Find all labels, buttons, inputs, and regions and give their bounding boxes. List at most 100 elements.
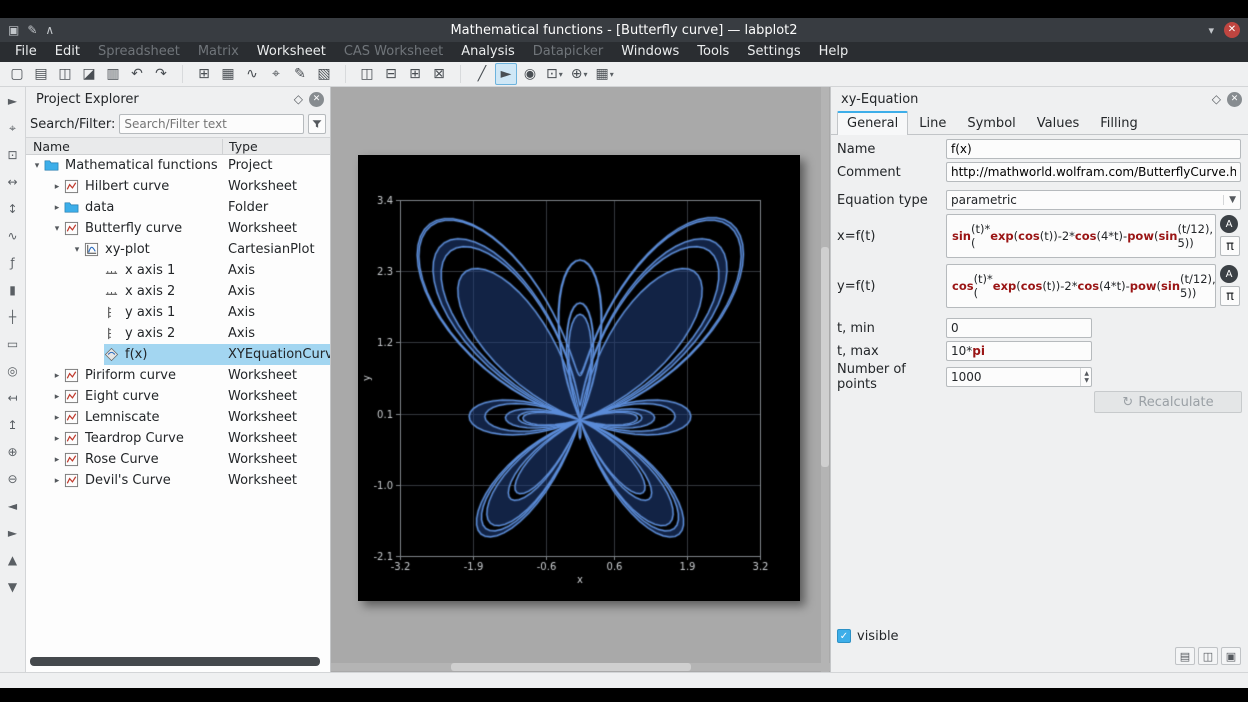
select-tool-button[interactable]: ► — [3, 91, 23, 111]
add-legend-tool-button[interactable]: ▭ — [3, 334, 23, 354]
t-min-input[interactable]: 0 — [946, 318, 1092, 338]
select-pointer-button[interactable]: ► — [495, 63, 517, 85]
tree-row[interactable]: ▸ Piriform curve Worksheet — [26, 365, 330, 386]
x-equation-input[interactable]: sin(t)*(exp(cos(t))-2*cos(4*t)-pow(sin(t… — [946, 214, 1216, 258]
break-layout-button[interactable]: ⊠ — [428, 63, 450, 85]
zoom-y-region-tool-button[interactable]: ↕ — [3, 199, 23, 219]
tab-general[interactable]: General — [837, 111, 908, 135]
plot-page[interactable] — [358, 155, 800, 601]
zoom-in-tool-button[interactable]: ⊕ — [3, 442, 23, 462]
close-dock-icon[interactable]: ✕ — [309, 92, 324, 107]
tab-line[interactable]: Line — [909, 112, 956, 134]
tree-row[interactable]: ▸ Teardrop Curve Worksheet — [26, 428, 330, 449]
float-dock-icon[interactable]: ◇ — [1212, 92, 1221, 106]
zoom-out-tool-button[interactable]: ⊖ — [3, 469, 23, 489]
auto-scale-tool-button[interactable]: ◎ — [3, 361, 23, 381]
shift-right-tool-button[interactable]: ► — [3, 523, 23, 543]
menu-tools[interactable]: Tools — [688, 42, 738, 62]
worksheet-view[interactable] — [331, 87, 830, 672]
new-worksheet-button[interactable]: ∿ — [241, 63, 263, 85]
chevron-down-icon[interactable]: ▾ — [1208, 24, 1214, 37]
new-spreadsheet-button[interactable]: ⊞ — [193, 63, 215, 85]
add-curve-tool-button[interactable]: ∿ — [3, 226, 23, 246]
print-preview-button[interactable]: ▥ — [102, 63, 124, 85]
float-dock-icon[interactable]: ◇ — [294, 92, 303, 106]
y-equation-input[interactable]: cos(t)*(exp(cos(t))-2*cos(4*t)-pow(sin(t… — [946, 264, 1216, 308]
new-folder-button[interactable]: ▧ — [313, 63, 335, 85]
save-project-button[interactable]: ◫ — [54, 63, 76, 85]
tree-row[interactable]: ▸ Hilbert curve Worksheet — [26, 176, 330, 197]
worksheet-hscrollbar-thumb[interactable] — [451, 663, 691, 671]
comment-input[interactable] — [946, 162, 1241, 182]
horizontal-layout-button[interactable]: ⊟ — [380, 63, 402, 85]
vertical-layout-button[interactable]: ◫ — [356, 63, 378, 85]
tab-symbol[interactable]: Symbol — [957, 112, 1025, 134]
tree-row[interactable]: ▸ Devil's Curve Worksheet — [26, 470, 330, 491]
tree-row[interactable]: ▸ Rose Curve Worksheet — [26, 449, 330, 470]
expander-icon[interactable]: ▾ — [50, 224, 64, 234]
number-of-points-spinbox[interactable]: 1000 ▲▼ — [946, 367, 1092, 387]
expander-icon[interactable]: ▸ — [50, 413, 64, 423]
new-note-button[interactable]: ✎ — [289, 63, 311, 85]
insert-constant-button[interactable]: π — [1220, 236, 1240, 256]
draw-line-button[interactable]: ╱ — [471, 63, 493, 85]
tree-row[interactable]: ▾ Butterfly curve Worksheet — [26, 218, 330, 239]
close-button[interactable]: ✕ — [1224, 22, 1240, 38]
menu-file[interactable]: File — [6, 42, 46, 62]
add-axis-tool-button[interactable]: ┼ — [3, 307, 23, 327]
tab-filling[interactable]: Filling — [1090, 112, 1147, 134]
undo-button[interactable]: ↶ — [126, 63, 148, 85]
tree-row[interactable]: ▸ Eight curve Worksheet — [26, 386, 330, 407]
menu-settings[interactable]: Settings — [738, 42, 809, 62]
expander-icon[interactable]: ▸ — [50, 371, 64, 381]
auto-scale-x-tool-button[interactable]: ↤ — [3, 388, 23, 408]
menu-analysis[interactable]: Analysis — [452, 42, 524, 62]
expander-icon[interactable]: ▸ — [50, 182, 64, 192]
new-matrix-button[interactable]: ▦ — [217, 63, 239, 85]
save-template-button[interactable]: ◫ — [1198, 647, 1218, 665]
open-project-button[interactable]: ▤ — [30, 63, 52, 85]
tree-row[interactable]: y axis 1 Axis — [26, 302, 330, 323]
menu-help[interactable]: Help — [810, 42, 858, 62]
tree-row[interactable]: y axis 2 Axis — [26, 323, 330, 344]
add-histogram-tool-button[interactable]: ▮ — [3, 280, 23, 300]
equation-type-combobox[interactable]: parametric ▼ — [946, 190, 1241, 210]
redo-button[interactable]: ↷ — [150, 63, 172, 85]
new-datapicker-button[interactable]: ⌖ — [265, 63, 287, 85]
butterfly-plot-canvas[interactable] — [358, 155, 800, 601]
zoom-x-region-tool-button[interactable]: ↔ — [3, 172, 23, 192]
expander-icon[interactable]: ▸ — [50, 455, 64, 465]
auto-scale-y-tool-button[interactable]: ↥ — [3, 415, 23, 435]
save-as-button[interactable]: ◪ — [78, 63, 100, 85]
expander-icon[interactable]: ▸ — [50, 434, 64, 444]
add-equation-curve-tool-button[interactable]: ƒ — [3, 253, 23, 273]
tree-row[interactable]: ▸ Lemniscate Worksheet — [26, 407, 330, 428]
shift-down-tool-button[interactable]: ▼ — [3, 577, 23, 597]
tree-row[interactable]: ▾ xy-plot CartesianPlot — [26, 239, 330, 260]
tree-column-header[interactable]: Name Type — [26, 137, 330, 155]
tree-row[interactable]: f(x) XYEquationCurve — [26, 344, 330, 365]
tree-row[interactable]: ▾ Mathematical functions Project — [26, 155, 330, 176]
tree-row[interactable]: x axis 1 Axis — [26, 260, 330, 281]
expander-icon[interactable]: ▸ — [50, 476, 64, 486]
expander-icon[interactable]: ▾ — [30, 161, 44, 171]
expander-icon[interactable]: ▸ — [50, 203, 64, 213]
grid-layout-button[interactable]: ⊞ — [404, 63, 426, 85]
expander-icon[interactable]: ▸ — [50, 392, 64, 402]
new-project-button[interactable]: ▢ — [6, 63, 28, 85]
insert-constant-button[interactable]: π — [1220, 286, 1240, 306]
magnification-button[interactable]: ⊕▾ — [568, 63, 591, 85]
copy-settings-button[interactable]: ▣ — [1221, 647, 1241, 665]
load-template-button[interactable]: ▤ — [1175, 647, 1195, 665]
zoom-select-mode-button[interactable]: ⊡▾ — [543, 63, 566, 85]
name-input[interactable] — [946, 139, 1241, 159]
visible-checkbox[interactable]: ✓ — [837, 629, 851, 643]
insert-function-button[interactable]: A — [1220, 215, 1238, 233]
snap-to-grid-button[interactable]: ▦▾ — [593, 63, 617, 85]
worksheet-vscrollbar-thumb[interactable] — [821, 247, 829, 467]
zoom-region-tool-button[interactable]: ⊡ — [3, 145, 23, 165]
recalculate-button[interactable]: ↻ Recalculate — [1094, 391, 1242, 413]
spinbox-arrows-icon[interactable]: ▲▼ — [1080, 368, 1089, 386]
menu-edit[interactable]: Edit — [46, 42, 89, 62]
filter-options-button[interactable] — [308, 114, 326, 134]
